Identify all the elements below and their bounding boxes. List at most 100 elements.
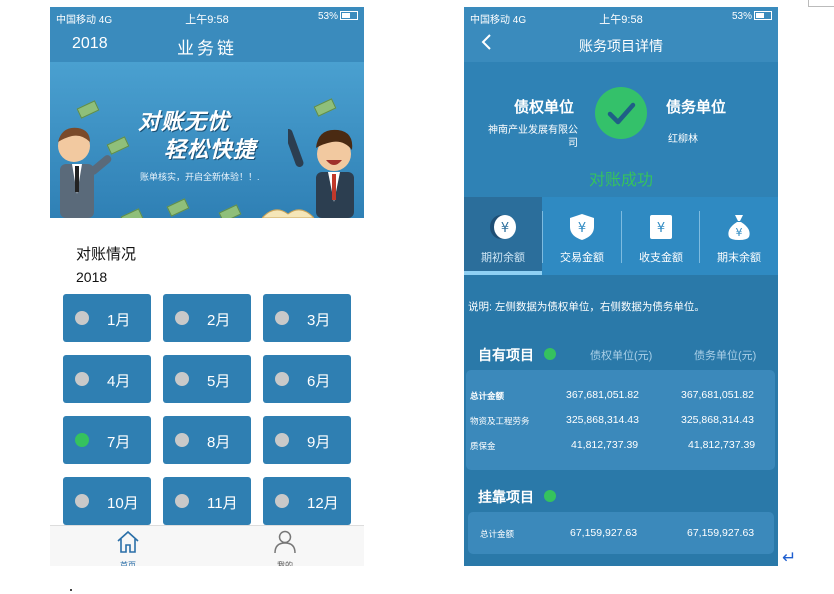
section-title: 对账情况	[76, 246, 137, 263]
month-label: 9月	[307, 434, 331, 451]
phone-screen-business-chain: 中国移动 4G 上午9:58 53% 2018 业务链 对账无忧 轻松快捷 账单…	[50, 7, 364, 566]
row-label: 总计金额	[480, 529, 515, 539]
month-label: 11月	[207, 495, 238, 512]
status-time: 上午9:58	[185, 14, 229, 26]
receipt-yuan-icon: ¥	[650, 215, 672, 239]
month-button[interactable]: 9月	[263, 416, 351, 464]
section-year: 2018	[76, 269, 108, 285]
businessman-illustration	[58, 127, 112, 218]
debtor-value: 67,159,927.63	[687, 527, 755, 539]
coin-icon: ¥	[490, 215, 516, 239]
debtor-name: 红柳林	[668, 134, 698, 145]
month-button[interactable]: 7月	[63, 416, 151, 464]
month-status-dot	[175, 372, 189, 386]
home-icon	[117, 530, 139, 553]
status-bar: 中国移动 4G 上午9:58 53%	[50, 7, 364, 27]
month-status-dot	[75, 372, 89, 386]
column-header-creditor: 债权单位(元)	[590, 350, 653, 362]
tab-closing-balance-label: 期末余额	[717, 252, 761, 264]
tab-income-expense-label: 收支金额	[639, 252, 683, 264]
battery-status: 53%	[318, 11, 358, 22]
svg-text:¥: ¥	[736, 226, 743, 239]
creditor-label: 债权单位	[514, 99, 575, 116]
month-button[interactable]: 5月	[163, 355, 251, 403]
creditor-name: 神南产业发展有限公司	[488, 125, 578, 149]
debtor-value: 367,681,051.82	[681, 389, 754, 401]
explanation-note: 说明: 左侧数据为债权单位，右侧数据为债务单位。	[468, 301, 705, 313]
creditor-value: 367,681,051.82	[566, 389, 639, 401]
banknote-icon	[120, 208, 144, 218]
debtor-label: 债务单位	[666, 99, 727, 116]
banknote-icon	[218, 204, 242, 218]
month-label: 3月	[307, 312, 331, 329]
balance-tabs: ¥ 期初余额 ¥ 交易金额 ¥ 收支金额 ¥ 期末余额	[464, 197, 778, 275]
month-status-dot	[75, 494, 89, 508]
svg-text:¥: ¥	[657, 221, 665, 236]
reconciliation-status: 对账成功	[588, 172, 653, 189]
battery-percent: 53%	[731, 11, 752, 22]
tab-closing-balance[interactable]: ¥ 期末余额	[700, 197, 778, 275]
tab-opening-balance-label: 期初余额	[481, 252, 525, 264]
month-button[interactable]: 2月	[163, 294, 251, 342]
banknote-icon	[166, 198, 190, 217]
month-button[interactable]: 3月	[263, 294, 351, 342]
debtor-value: 41,812,737.39	[688, 439, 756, 451]
status-dot	[544, 348, 556, 360]
creditor-value: 67,159,927.63	[570, 527, 638, 539]
month-status-dot	[275, 311, 289, 325]
promo-banner: 对账无忧 轻松快捷 账单核实，开启全新体验！！.	[50, 62, 364, 218]
month-label: 5月	[207, 373, 231, 390]
month-button[interactable]: 1月	[63, 294, 151, 342]
column-header-debtor: 债务单位(元)	[694, 350, 757, 362]
row-label: 物资及工程劳务	[470, 416, 530, 426]
check-circle-icon	[595, 87, 647, 139]
month-label: 4月	[107, 373, 131, 390]
month-button[interactable]: 6月	[263, 355, 351, 403]
tab-home[interactable]: 首页	[98, 530, 158, 566]
affiliated-items-title: 挂靠项目	[478, 489, 534, 505]
tab-opening-balance[interactable]: ¥ 期初余额	[464, 197, 542, 275]
tab-income-expense[interactable]: ¥ 收支金额	[622, 197, 700, 275]
stray-dot	[70, 589, 72, 591]
page-title: 业务链	[177, 39, 237, 58]
battery-icon	[754, 11, 772, 20]
status-dot	[544, 490, 556, 502]
shield-yuan-icon: ¥	[570, 214, 594, 240]
month-button[interactable]: 8月	[163, 416, 251, 464]
month-label: 6月	[307, 373, 331, 390]
return-arrow-icon: ↵	[782, 548, 797, 567]
tab-mine[interactable]: 我的	[255, 530, 315, 566]
month-button[interactable]: 10月	[63, 477, 151, 525]
book-illustration	[262, 209, 314, 218]
reconciliation-summary: 债权单位 神南产业发展有限公司 债务单位 红柳林 对账成功	[464, 62, 778, 197]
month-button[interactable]: 12月	[263, 477, 351, 525]
month-button[interactable]: 4月	[63, 355, 151, 403]
month-button[interactable]: 11月	[163, 477, 251, 525]
row-label: 质保金	[470, 441, 496, 451]
person-icon	[274, 530, 296, 554]
month-label: 10月	[107, 495, 139, 512]
app-header: 中国移动 4G 上午9:58 53% 2018 业务链	[50, 7, 364, 62]
creditor-value: 325,868,314.43	[566, 414, 639, 426]
banner-subtitle: 账单核实，开启全新体验！！.	[140, 172, 260, 182]
month-status-dot	[175, 494, 189, 508]
month-label: 8月	[207, 434, 231, 451]
page-title: 账务项目详情	[579, 38, 663, 54]
own-items-table: 总计金额 367,681,051.82 367,681,051.82 物资及工程…	[466, 370, 775, 470]
tab-transaction-amount-label: 交易金额	[560, 252, 604, 264]
own-items-title: 自有项目	[478, 347, 534, 363]
row-label: 总计金额	[470, 391, 505, 401]
banner-headline-2: 轻松快捷	[164, 137, 257, 162]
month-status-dot	[275, 433, 289, 447]
month-status-dot	[75, 433, 89, 447]
tab-home-label: 首页	[120, 561, 136, 566]
phone-screen-account-detail: 中国移动 4G 上午9:58 53% 账务项目详情 债权单位 神南产业发展有限公…	[464, 7, 778, 566]
tab-transaction-amount[interactable]: ¥ 交易金额	[543, 197, 621, 275]
month-label: 7月	[107, 434, 131, 451]
creditor-value: 41,812,737.39	[571, 439, 639, 451]
month-status-dot	[175, 433, 189, 447]
month-status-dot	[275, 494, 289, 508]
battery-percent: 53%	[317, 11, 338, 22]
bottom-tab-bar: 首页 我的	[50, 525, 364, 566]
status-time: 上午9:58	[599, 14, 643, 26]
